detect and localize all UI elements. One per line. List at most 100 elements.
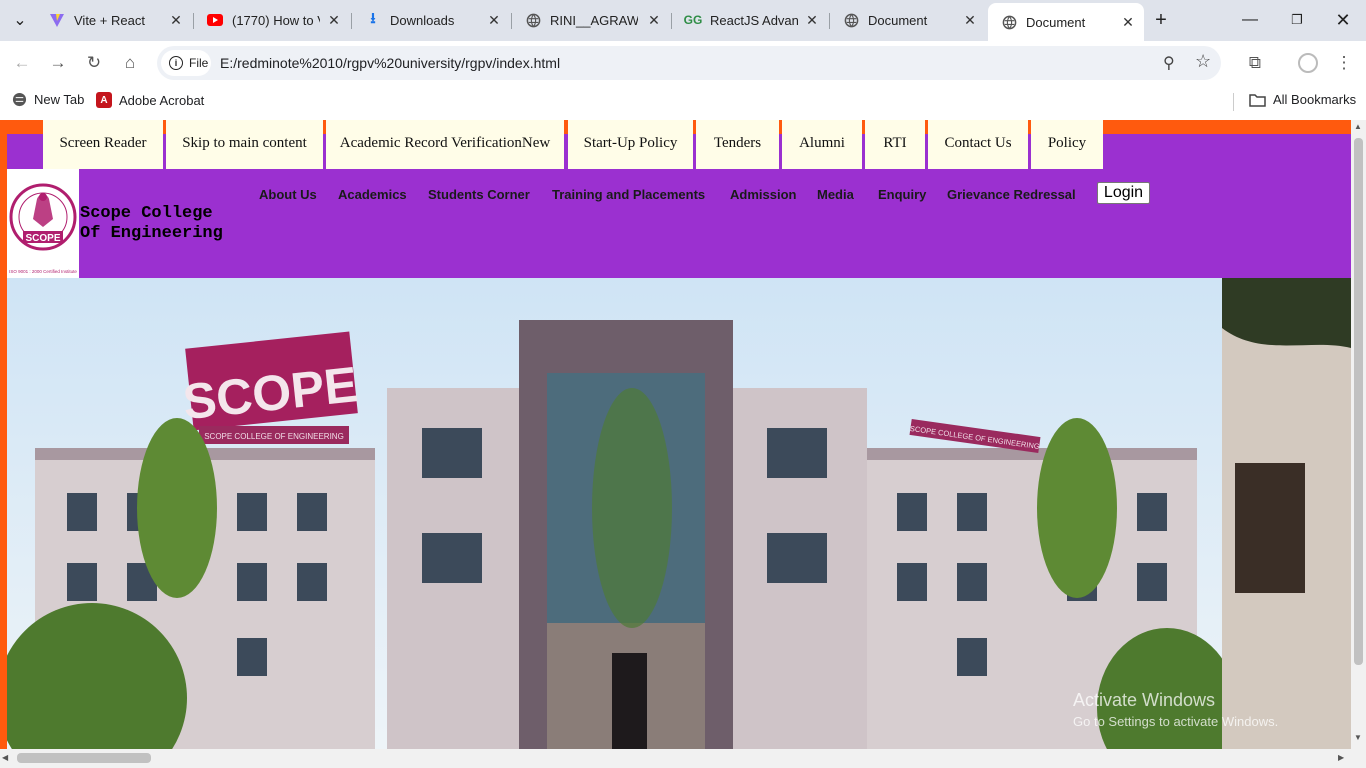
link-tenders[interactable]: Tenders <box>696 120 779 170</box>
tab-title: RINI__AGRAWAL <box>550 12 638 28</box>
menu-grievance-redressal[interactable]: Grievance Redressal <box>947 187 1076 202</box>
bookmark-new-tab[interactable]: New Tab <box>12 92 84 107</box>
bookmarks-bar: New Tab A Adobe Acrobat All Bookmarks <box>0 85 1366 120</box>
all-bookmarks[interactable]: All Bookmarks <box>1249 92 1356 107</box>
new-tab-button[interactable]: + <box>1149 8 1173 32</box>
scroll-thumb[interactable] <box>1354 138 1363 665</box>
close-icon[interactable]: ✕ <box>804 12 820 29</box>
home-button[interactable]: ⌂ <box>118 51 142 75</box>
globe-icon <box>525 12 541 28</box>
link-academic-record[interactable]: Academic Record VerificationNew <box>326 120 564 170</box>
menu-training-placements[interactable]: Training and Placements <box>552 187 705 202</box>
extensions-button[interactable]: ⧉ <box>1243 51 1267 75</box>
menu-students-corner[interactable]: Students Corner <box>428 187 530 202</box>
star-icon[interactable]: ☆ <box>1195 51 1211 72</box>
tab-document-active[interactable]: Document ✕ <box>988 3 1144 41</box>
logo-text: SCOPE <box>25 233 60 244</box>
arrow-right-icon: → <box>49 53 67 72</box>
chip-label: File <box>189 56 209 70</box>
logo-caption: ISO 9001 : 2000 Certified Institute <box>9 269 77 274</box>
forward-button[interactable]: → <box>46 51 70 75</box>
more-vert-icon: ⋮ <box>1335 53 1353 72</box>
hero-image: SCOPE SCOPE COLLEGE OF ENGINEERING SCOPE… <box>7 278 1351 749</box>
zoom-icon[interactable]: ⚲ <box>1163 53 1175 73</box>
close-icon[interactable]: ✕ <box>486 12 502 29</box>
profile-button[interactable] <box>1296 51 1320 75</box>
tab-document-1[interactable]: Document ✕ <box>830 5 986 35</box>
link-policy[interactable]: Policy <box>1031 120 1103 170</box>
url-text[interactable]: E:/redminote%2010/rgpv%20university/rgpv… <box>220 55 560 71</box>
close-icon[interactable]: ✕ <box>1120 14 1136 31</box>
reload-icon: ↻ <box>86 53 102 72</box>
arrow-left-icon: ← <box>13 53 31 72</box>
bookmark-label: New Tab <box>34 92 85 107</box>
scroll-right-icon[interactable]: ▶ <box>1338 753 1344 762</box>
link-screen-reader[interactable]: Screen Reader <box>43 120 163 170</box>
tab-title: Downloads <box>390 12 455 28</box>
vertical-scrollbar[interactable]: ▲ ▼ <box>1351 120 1366 749</box>
scroll-up-icon[interactable]: ▲ <box>1354 122 1362 131</box>
menu-admission[interactable]: Admission <box>730 187 796 202</box>
info-icon: i <box>169 56 183 70</box>
minimize-button[interactable]: — <box>1238 8 1262 32</box>
vite-icon <box>49 12 65 28</box>
link-contact-us[interactable]: Contact Us <box>928 120 1028 170</box>
web-page: Screen Reader Skip to main content Acade… <box>0 120 1351 749</box>
activate-windows-title: Activate Windows <box>1073 690 1216 710</box>
menu-button[interactable]: ⋮ <box>1332 51 1356 75</box>
minimize-icon: — <box>1242 11 1258 28</box>
youtube-icon <box>207 12 223 28</box>
tab-search-button[interactable]: ⌄ <box>8 8 32 32</box>
browser-chrome: ⌄ Vite + React ✕ (1770) How to V ✕ ⭳ Dow… <box>0 0 1366 120</box>
tab-reactjs[interactable]: GG ReactJS Advanc ✕ <box>672 5 828 35</box>
menu-enquiry[interactable]: Enquiry <box>878 187 926 202</box>
browser-toolbar: ← → ↻ ⌂ i File E:/redminote%2010/rgpv%20… <box>0 41 1366 85</box>
scroll-down-icon[interactable]: ▼ <box>1354 733 1362 742</box>
back-button[interactable]: ← <box>10 51 34 75</box>
hero-subsign-text: SCOPE COLLEGE OF ENGINEERING <box>204 432 344 441</box>
all-bookmarks-label: All Bookmarks <box>1273 92 1357 107</box>
hero-carousel[interactable]: SCOPE SCOPE COLLEGE OF ENGINEERING SCOPE… <box>7 278 1351 749</box>
tab-downloads[interactable]: ⭳ Downloads ✕ <box>352 5 510 35</box>
link-skip-to-main[interactable]: Skip to main content <box>166 120 323 170</box>
reload-button[interactable]: ↻ <box>82 51 106 75</box>
horizontal-scrollbar[interactable]: ◀ ▶ <box>0 749 1366 768</box>
close-icon: ✕ <box>1335 9 1351 30</box>
tab-strip: ⌄ Vite + React ✕ (1770) How to V ✕ ⭳ Dow… <box>0 0 1366 41</box>
home-icon: ⌂ <box>124 53 136 72</box>
bookmark-adobe-acrobat[interactable]: A Adobe Acrobat <box>96 92 204 108</box>
globe-icon <box>12 92 27 107</box>
menu-academics[interactable]: Academics <box>338 187 407 202</box>
site-header: SCOPE ISO 9001 : 2000 Certified Institut… <box>7 169 1351 278</box>
scroll-thumb-horizontal[interactable] <box>17 753 151 763</box>
site-info-chip[interactable]: i File <box>161 50 211 76</box>
tab-title: ReactJS Advanc <box>710 12 798 28</box>
link-rti[interactable]: RTI <box>865 120 925 170</box>
close-icon[interactable]: ✕ <box>168 12 184 29</box>
tab-rini[interactable]: RINI__AGRAWAL ✕ <box>512 5 670 35</box>
college-name: Scope College Of Engineering <box>80 204 223 243</box>
plus-icon: + <box>1155 8 1167 31</box>
tab-vite[interactable]: Vite + React ✕ <box>36 5 192 35</box>
menu-media[interactable]: Media <box>817 187 854 202</box>
close-icon[interactable]: ✕ <box>962 12 978 29</box>
close-icon[interactable]: ✕ <box>326 12 342 29</box>
puzzle-icon: ⧉ <box>1248 53 1262 72</box>
folder-icon <box>1249 93 1266 107</box>
college-logo[interactable]: SCOPE ISO 9001 : 2000 Certified Institut… <box>7 169 79 278</box>
menu-about-us[interactable]: About Us <box>259 187 317 202</box>
tab-title: (1770) How to V <box>232 12 320 28</box>
scroll-left-icon[interactable]: ◀ <box>2 753 8 762</box>
link-alumni[interactable]: Alumni <box>782 120 862 170</box>
globe-icon <box>1001 14 1017 30</box>
acrobat-icon: A <box>96 92 112 108</box>
close-icon[interactable]: ✕ <box>646 12 662 29</box>
download-icon: ⭳ <box>370 9 376 27</box>
login-button[interactable]: Login <box>1097 182 1150 204</box>
restore-button[interactable]: ❐ <box>1285 8 1309 32</box>
restore-icon: ❐ <box>1291 12 1303 27</box>
address-bar[interactable]: i File E:/redminote%2010/rgpv%20universi… <box>157 46 1221 80</box>
tab-youtube[interactable]: (1770) How to V ✕ <box>194 5 350 35</box>
link-startup-policy[interactable]: Start-Up Policy <box>568 120 693 170</box>
close-window-button[interactable]: ✕ <box>1331 8 1355 32</box>
